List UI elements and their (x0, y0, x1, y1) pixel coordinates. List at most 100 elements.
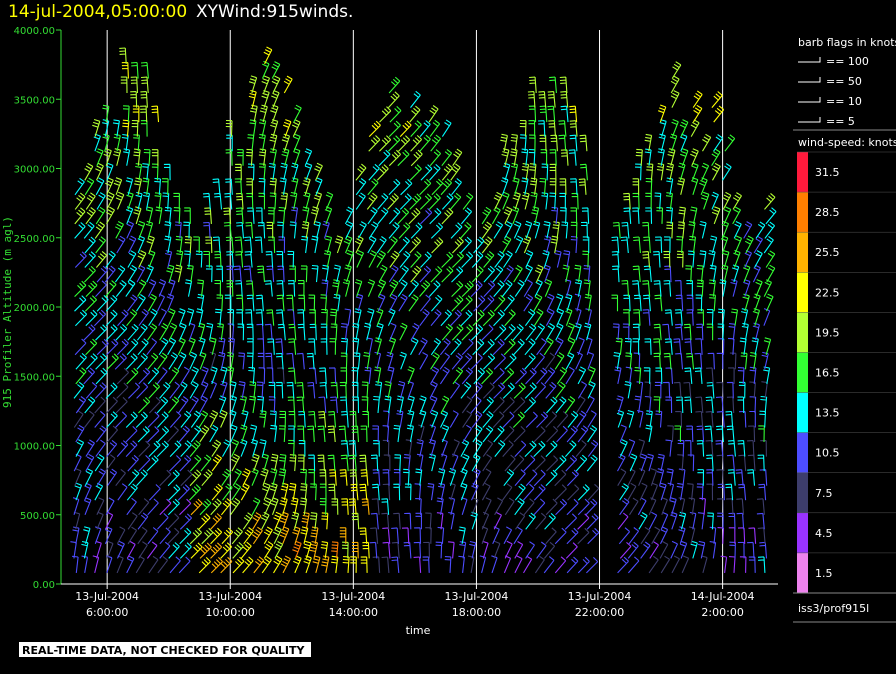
wind-barb (699, 250, 707, 268)
wind-barb (180, 440, 192, 457)
wind-barb (430, 134, 442, 152)
wind-barb (231, 453, 240, 472)
wind-barb (391, 541, 400, 559)
wind-barb (504, 309, 516, 327)
wind-barb (524, 264, 533, 283)
wind-barb (728, 556, 736, 573)
wind-barb (502, 411, 515, 428)
wind-barb (232, 556, 245, 574)
wind-barb (376, 164, 389, 181)
wind-barb (383, 454, 391, 472)
wind-barb (708, 279, 716, 297)
wind-barb (293, 555, 302, 574)
wind-barb (458, 555, 465, 573)
wind-barb (481, 221, 493, 239)
wind-barb (737, 527, 746, 544)
wind-barb (483, 250, 495, 268)
wind-barb (218, 351, 226, 370)
wind-barb (301, 221, 310, 239)
wind-barb (169, 381, 181, 399)
wind-barb (389, 322, 397, 341)
wind-barb (212, 178, 221, 195)
wind-barb (264, 323, 273, 341)
wind-barb (130, 76, 139, 94)
wind-barb (619, 439, 628, 457)
wind-barb (159, 381, 171, 399)
wind-barb (147, 323, 158, 341)
wind-barb (632, 338, 640, 355)
wind-barb (581, 207, 590, 224)
wind-barb (189, 351, 198, 370)
wind-barb (494, 497, 504, 516)
wind-barb (197, 322, 206, 341)
wind-barb (164, 250, 173, 268)
wind-barb (130, 91, 138, 108)
legend-speed-label: 19.5 (815, 326, 840, 339)
wind-barb (225, 178, 233, 195)
wind-barb (695, 396, 704, 414)
wind-barb (533, 426, 546, 443)
wind-barb (74, 338, 87, 356)
wind-barb (684, 338, 693, 355)
plot-area: 0.00 500.00 1000.00 1500.00 2000.00 2500.00 30… (14, 26, 778, 619)
wind-barb (577, 381, 588, 399)
wind-barb (199, 395, 208, 414)
y-tick-label: 2500.00 (14, 234, 55, 245)
wind-barb (449, 410, 459, 428)
wind-barb (296, 396, 305, 414)
wind-barb (239, 395, 247, 414)
wind-barb (716, 411, 725, 428)
wind-barb (329, 338, 337, 355)
wind-barb (679, 119, 689, 137)
wind-barb (451, 295, 464, 312)
wind-barb (214, 192, 223, 210)
wind-barb (645, 177, 653, 195)
wind-barb (704, 425, 713, 443)
wind-barb (430, 337, 442, 356)
wind-barb (705, 396, 714, 414)
wind-barb (199, 425, 210, 443)
wind-barb (441, 119, 452, 137)
wind-barb (546, 396, 558, 414)
wind-barb (300, 265, 308, 283)
wind-barb (677, 454, 684, 472)
wind-barb (83, 221, 95, 239)
wind-barb (409, 164, 422, 181)
wind-barb (138, 397, 151, 414)
wind-barb (84, 295, 97, 312)
wind-barb (393, 483, 401, 501)
wind-barb (74, 251, 87, 268)
wind-barb (473, 295, 486, 312)
wind-barb (283, 75, 293, 94)
wind-barb (74, 177, 85, 196)
wind-barb (147, 498, 159, 516)
wind-barb (494, 324, 507, 341)
wind-barb (653, 280, 662, 297)
wind-barb (549, 76, 557, 94)
wind-barb (288, 338, 297, 355)
wind-barb (251, 526, 263, 545)
wind-barb (106, 338, 119, 356)
wind-barb (410, 90, 421, 108)
wind-barb (138, 498, 150, 516)
x-axis-label: time (406, 624, 431, 637)
wind-barb (195, 250, 203, 268)
wind-barb (440, 309, 453, 327)
wind-barb (163, 163, 171, 181)
wind-barb (351, 425, 360, 443)
wind-barb (75, 309, 88, 327)
wind-barb (452, 251, 464, 268)
wind-barb (362, 410, 369, 428)
wind-barb (369, 541, 378, 559)
wind-barb (102, 119, 110, 137)
wind-barb (492, 396, 505, 414)
wind-barb (725, 410, 734, 428)
wind-barb (410, 134, 423, 152)
wind-barb (671, 118, 679, 137)
wind-barb (588, 366, 596, 385)
wind-barb (350, 483, 359, 501)
wind-barb (126, 367, 139, 385)
wind-barb (437, 482, 446, 501)
wind-barb (377, 192, 389, 210)
wind-barb (512, 454, 525, 472)
